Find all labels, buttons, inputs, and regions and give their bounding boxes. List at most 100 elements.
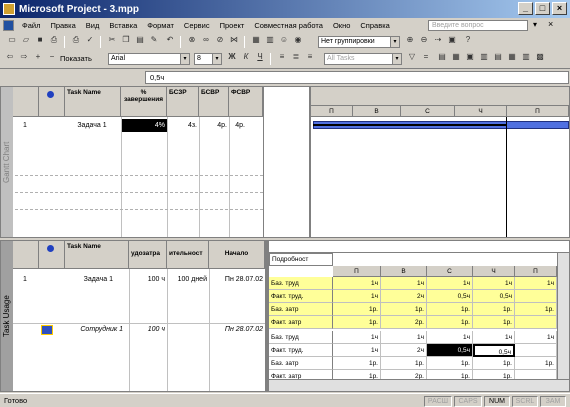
detail-cell[interactable]: 1ч: [381, 331, 427, 344]
detail-cell[interactable]: 0,5ч: [427, 344, 473, 357]
usage-horizontal-scrollbar[interactable]: [269, 379, 569, 391]
entry-field[interactable]: 0,5ч: [145, 71, 569, 84]
paste-icon[interactable]: ▤: [134, 34, 146, 46]
resource-usage-icon[interactable]: ▥: [520, 51, 532, 63]
detail-cell[interactable]: 1ч: [515, 277, 557, 290]
detail-cell[interactable]: 0,5ч: [427, 290, 473, 303]
menu-view[interactable]: Вид: [81, 21, 105, 30]
task-name-header[interactable]: Task Name: [65, 87, 121, 117]
assignment-work[interactable]: 100 ч: [129, 323, 167, 336]
menu-insert[interactable]: Вставка: [104, 21, 142, 30]
detail-cell[interactable]: 2р.: [381, 316, 427, 329]
bsvr-header[interactable]: БСВР: [199, 87, 229, 117]
font-select[interactable]: Arial ▾: [108, 53, 190, 65]
network-view-icon[interactable]: ▣: [464, 51, 476, 63]
undo-icon[interactable]: ↶: [164, 34, 176, 46]
font-size-select[interactable]: 8 ▾: [194, 53, 222, 65]
help-search-input[interactable]: Введите вопрос: [428, 20, 528, 31]
gantt-view-icon[interactable]: ▤: [436, 51, 448, 63]
maximize-button[interactable]: □: [535, 2, 550, 15]
task-name[interactable]: Задача 1: [65, 119, 121, 132]
menu-tools[interactable]: Сервис: [179, 21, 215, 30]
help-icon[interactable]: ?: [462, 34, 474, 46]
unlink-tasks-icon[interactable]: ⊘: [214, 34, 226, 46]
cut-icon[interactable]: ✂: [106, 34, 118, 46]
detail-cell[interactable]: 1р.: [333, 316, 381, 329]
usage-task-duration[interactable]: 100 дней: [167, 273, 209, 286]
copy-icon[interactable]: ❐: [120, 34, 132, 46]
detail-cell[interactable]: [515, 316, 557, 329]
task-notes-icon[interactable]: ▥: [264, 34, 276, 46]
print-icon[interactable]: ⎙: [48, 34, 60, 46]
filter-select[interactable]: All Tasks ▾: [324, 53, 402, 65]
spelling-icon[interactable]: ✓: [84, 34, 96, 46]
detail-cell[interactable]: 2ч: [381, 344, 427, 357]
detail-cell[interactable]: 1ч: [333, 344, 381, 357]
detail-cell[interactable]: [515, 290, 557, 303]
publish-icon[interactable]: ◉: [292, 34, 304, 46]
usage-task-name[interactable]: Задача 1: [65, 273, 115, 286]
usage-vertical-scrollbar[interactable]: [557, 253, 569, 379]
menu-file[interactable]: Файл: [17, 21, 45, 30]
open-icon[interactable]: ▱: [20, 34, 32, 46]
detail-cell[interactable]: 1р.: [333, 357, 381, 370]
fsvr-cell[interactable]: 4р.: [213, 119, 247, 132]
menu-edit[interactable]: Правка: [45, 21, 80, 30]
print-preview-icon[interactable]: ⎙: [70, 34, 82, 46]
detail-cell[interactable]: 1р.: [515, 303, 557, 316]
detail-cell[interactable]: 0,5ч: [473, 344, 515, 357]
formula-icon[interactable]: =: [420, 51, 432, 63]
bszr-header[interactable]: БСЗР: [167, 87, 199, 117]
usage-start-header[interactable]: Начало: [209, 241, 265, 269]
align-right-icon[interactable]: ≡: [304, 51, 316, 63]
italic-button[interactable]: К: [240, 51, 252, 63]
fsvr-header[interactable]: ФСВР: [229, 87, 263, 117]
usage-duration-header[interactable]: ительност: [167, 241, 209, 269]
show-button[interactable]: Показать: [60, 54, 92, 63]
task-info-icon[interactable]: ▦: [250, 34, 262, 46]
detail-cell[interactable]: 1р.: [427, 357, 473, 370]
detail-cell[interactable]: 1ч: [473, 277, 515, 290]
usage-task-work[interactable]: 100 ч: [129, 273, 167, 286]
align-center-icon[interactable]: ≣: [290, 51, 302, 63]
menu-help[interactable]: Справка: [355, 21, 394, 30]
usage-task-name-header[interactable]: Task Name: [65, 241, 129, 269]
detail-cell[interactable]: 1ч: [427, 331, 473, 344]
tracking-view-icon[interactable]: ▤: [492, 51, 504, 63]
arrow-right-icon[interactable]: ⇨: [18, 51, 30, 63]
remove-icon[interactable]: −: [46, 51, 58, 63]
format-painter-icon[interactable]: ✎: [148, 34, 160, 46]
group-by-select[interactable]: Нет группировки ▾: [318, 36, 400, 48]
detail-cell[interactable]: 1р.: [473, 316, 515, 329]
detail-cell[interactable]: 1ч: [333, 290, 381, 303]
detail-cell[interactable]: 1ч: [381, 277, 427, 290]
detail-cell[interactable]: 1ч: [473, 331, 515, 344]
detail-cell[interactable]: 1ч: [515, 331, 557, 344]
save-icon[interactable]: ■: [34, 34, 46, 46]
menu-window[interactable]: Окно: [328, 21, 355, 30]
calendar-view-icon[interactable]: ▦: [450, 51, 462, 63]
doc-close-icon[interactable]: ×: [548, 19, 553, 29]
copy-picture-icon[interactable]: ▣: [446, 34, 458, 46]
detail-cell[interactable]: 1р.: [427, 316, 473, 329]
gantt-splitter[interactable]: [263, 87, 311, 237]
detail-cell[interactable]: 1р.: [427, 303, 473, 316]
arrow-left-icon[interactable]: ⇦: [4, 51, 16, 63]
assign-resources-icon[interactable]: ☺: [278, 34, 290, 46]
hyperlink-icon[interactable]: ⊗: [186, 34, 198, 46]
detail-cell[interactable]: 1р.: [333, 303, 381, 316]
underline-button[interactable]: Ч: [254, 51, 266, 63]
detail-cell[interactable]: 1р.: [473, 303, 515, 316]
assignment-start[interactable]: Пн 28.07.02: [209, 323, 265, 336]
goto-task-icon[interactable]: ⇢: [432, 34, 444, 46]
close-button[interactable]: ×: [552, 2, 567, 15]
add-icon[interactable]: +: [32, 51, 44, 63]
detail-cell[interactable]: 1р.: [515, 357, 557, 370]
detail-cell[interactable]: [515, 344, 557, 357]
detail-cell[interactable]: 1р.: [381, 357, 427, 370]
detail-cell[interactable]: 1р.: [473, 357, 515, 370]
bszr-cell[interactable]: 4з.: [167, 119, 199, 132]
detail-cell[interactable]: 1ч: [333, 331, 381, 344]
document-icon[interactable]: [3, 20, 14, 31]
resource-view-icon[interactable]: ▦: [506, 51, 518, 63]
